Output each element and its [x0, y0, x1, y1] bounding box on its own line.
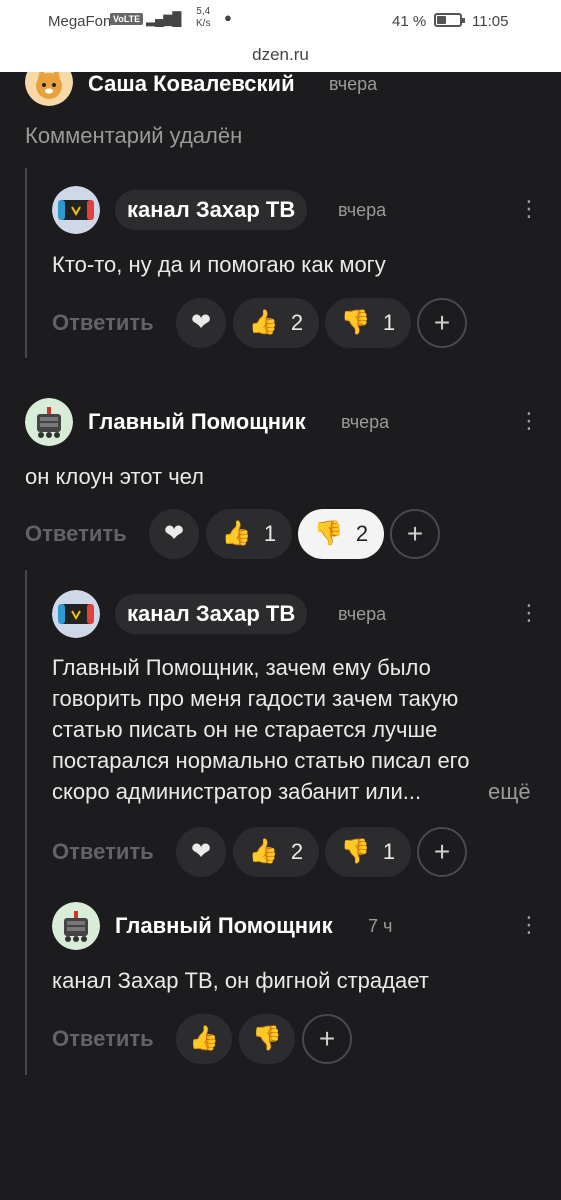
author-heart-icon: ❤ — [163, 520, 185, 547]
more-vertical-icon[interactable]: ⋮ — [518, 198, 540, 220]
like-button[interactable]: 👍 1 — [206, 509, 292, 559]
comment-text-line: скоро администратор забанит или... — [52, 779, 422, 804]
author-heart-icon: ❤ — [190, 838, 212, 865]
comment-time: вчера — [338, 604, 387, 624]
thumbs-down-icon: 👎 — [340, 838, 371, 865]
author-name[interactable]: канал Захар ТВ — [115, 594, 308, 634]
robot-avatar-icon — [25, 398, 73, 446]
like-count: 1 — [263, 521, 277, 546]
comment-text-line: Главный Помощник, зачем ему было — [52, 655, 431, 680]
dislike-button-selected[interactable]: 👎 2 — [298, 509, 384, 559]
comment-text: он клоун этот чел — [25, 464, 205, 489]
author-heart-icon: ❤ — [190, 309, 212, 336]
status-bar: MegaFon VoLTE ▂▄▆█ ◠ 5,4 K/s ● 41 % 11:0… — [0, 0, 561, 44]
thumbs-up-icon: 👍 — [248, 838, 279, 865]
dislike-button[interactable]: 👎 1 — [325, 298, 411, 348]
comment-text: канал Захар ТВ, он фигной страдает — [52, 968, 429, 993]
thumbs-down-icon: 👎 — [340, 309, 371, 336]
more-vertical-icon[interactable]: ⋮ — [518, 602, 540, 624]
like-count: 2 — [290, 839, 304, 864]
add-reaction-button[interactable]: + — [417, 298, 467, 348]
like-button[interactable]: 👍 2 — [233, 298, 319, 348]
chat-bubble-icon: ● — [224, 10, 232, 25]
gamepad-avatar-icon — [52, 186, 100, 234]
battery-icon — [434, 13, 465, 27]
avatar-glavny-pomoshnik[interactable] — [25, 398, 73, 446]
robot-avatar-icon — [52, 902, 100, 950]
avatar-glavny-pomoshnik[interactable] — [52, 902, 100, 950]
thumbs-up-icon: 👍 — [221, 520, 252, 547]
dislike-count: 1 — [382, 839, 396, 864]
dislike-count: 2 — [355, 521, 369, 546]
comment-time: 7 ч — [368, 916, 393, 936]
thumbs-up-icon: 👍 — [248, 309, 279, 336]
plus-icon: + — [433, 307, 451, 338]
author-heart-button[interactable]: ❤ — [176, 827, 226, 877]
add-reaction-button[interactable]: + — [417, 827, 467, 877]
battery-fill — [437, 16, 447, 24]
dislike-button[interactable]: 👎 — [239, 1014, 295, 1064]
like-button[interactable]: 👍 2 — [233, 827, 319, 877]
author-name[interactable]: канал Захар ТВ — [115, 190, 308, 230]
comment-text-line: постарался нормально статью писал его — [52, 748, 470, 773]
author-name[interactable]: Саша Ковалевский — [88, 70, 295, 98]
gamepad-avatar-icon — [52, 590, 100, 638]
author-name[interactable]: Главный Помощник — [115, 912, 333, 940]
more-vertical-icon[interactable]: ⋮ — [518, 914, 540, 936]
author-name[interactable]: Главный Помощник — [88, 408, 306, 436]
comment-time: вчера — [338, 200, 387, 220]
author-heart-button[interactable]: ❤ — [176, 298, 226, 348]
thumbs-up-icon: 👍 — [189, 1025, 219, 1052]
deleted-comment-text: Комментарий удалён — [25, 123, 243, 148]
reply-button[interactable]: Ответить — [52, 1025, 154, 1053]
speed-value: 5,4 — [196, 6, 211, 17]
comment-text: Кто-то, ну да и помогаю как могу — [52, 252, 386, 277]
reply-button[interactable]: Ответить — [52, 309, 154, 337]
more-vertical-icon[interactable]: ⋮ — [518, 410, 540, 432]
avatar-zakhar-tv[interactable] — [52, 590, 100, 638]
battery-percent: 41 % — [392, 13, 427, 30]
dislike-button[interactable]: 👎 1 — [325, 827, 411, 877]
thread-line — [25, 168, 27, 358]
clock: 11:05 — [472, 13, 509, 30]
comment-time: вчера — [341, 412, 390, 432]
comment-text-line: говорить про меня гадости зачем такую — [52, 686, 459, 711]
thumbs-down-icon: 👎 — [313, 520, 344, 547]
like-count: 2 — [290, 310, 304, 335]
dislike-count: 1 — [382, 310, 396, 335]
plus-icon: + — [318, 1023, 336, 1054]
thumbs-down-icon: 👎 — [252, 1025, 282, 1052]
reply-button[interactable]: Ответить — [52, 838, 154, 866]
reply-button[interactable]: Ответить — [25, 520, 127, 548]
like-button[interactable]: 👍 — [176, 1014, 232, 1064]
thread-line — [25, 570, 27, 1075]
plus-icon: + — [406, 518, 424, 549]
wifi-icon: ◠ — [168, 11, 182, 28]
author-heart-button[interactable]: ❤ — [149, 509, 199, 559]
avatar-zakhar-tv[interactable] — [52, 186, 100, 234]
network-speed: 5,4 K/s — [196, 6, 210, 30]
add-reaction-button[interactable]: + — [302, 1014, 352, 1064]
carrier-name: MegaFon — [48, 13, 112, 30]
plus-icon: + — [433, 836, 451, 867]
comment-text: Главный Помощник, зачем ему было говорит… — [52, 652, 469, 807]
url-bar-overlay: dzen.ru — [0, 44, 561, 72]
speed-unit: K/s — [196, 18, 211, 29]
show-more-link[interactable]: ещё — [488, 776, 531, 807]
add-reaction-button[interactable]: + — [390, 509, 440, 559]
volte-badge: VoLTE — [110, 13, 144, 25]
comment-text-line: статью писать он не старается лучше — [52, 717, 438, 742]
comment-time: вчера — [329, 74, 378, 94]
